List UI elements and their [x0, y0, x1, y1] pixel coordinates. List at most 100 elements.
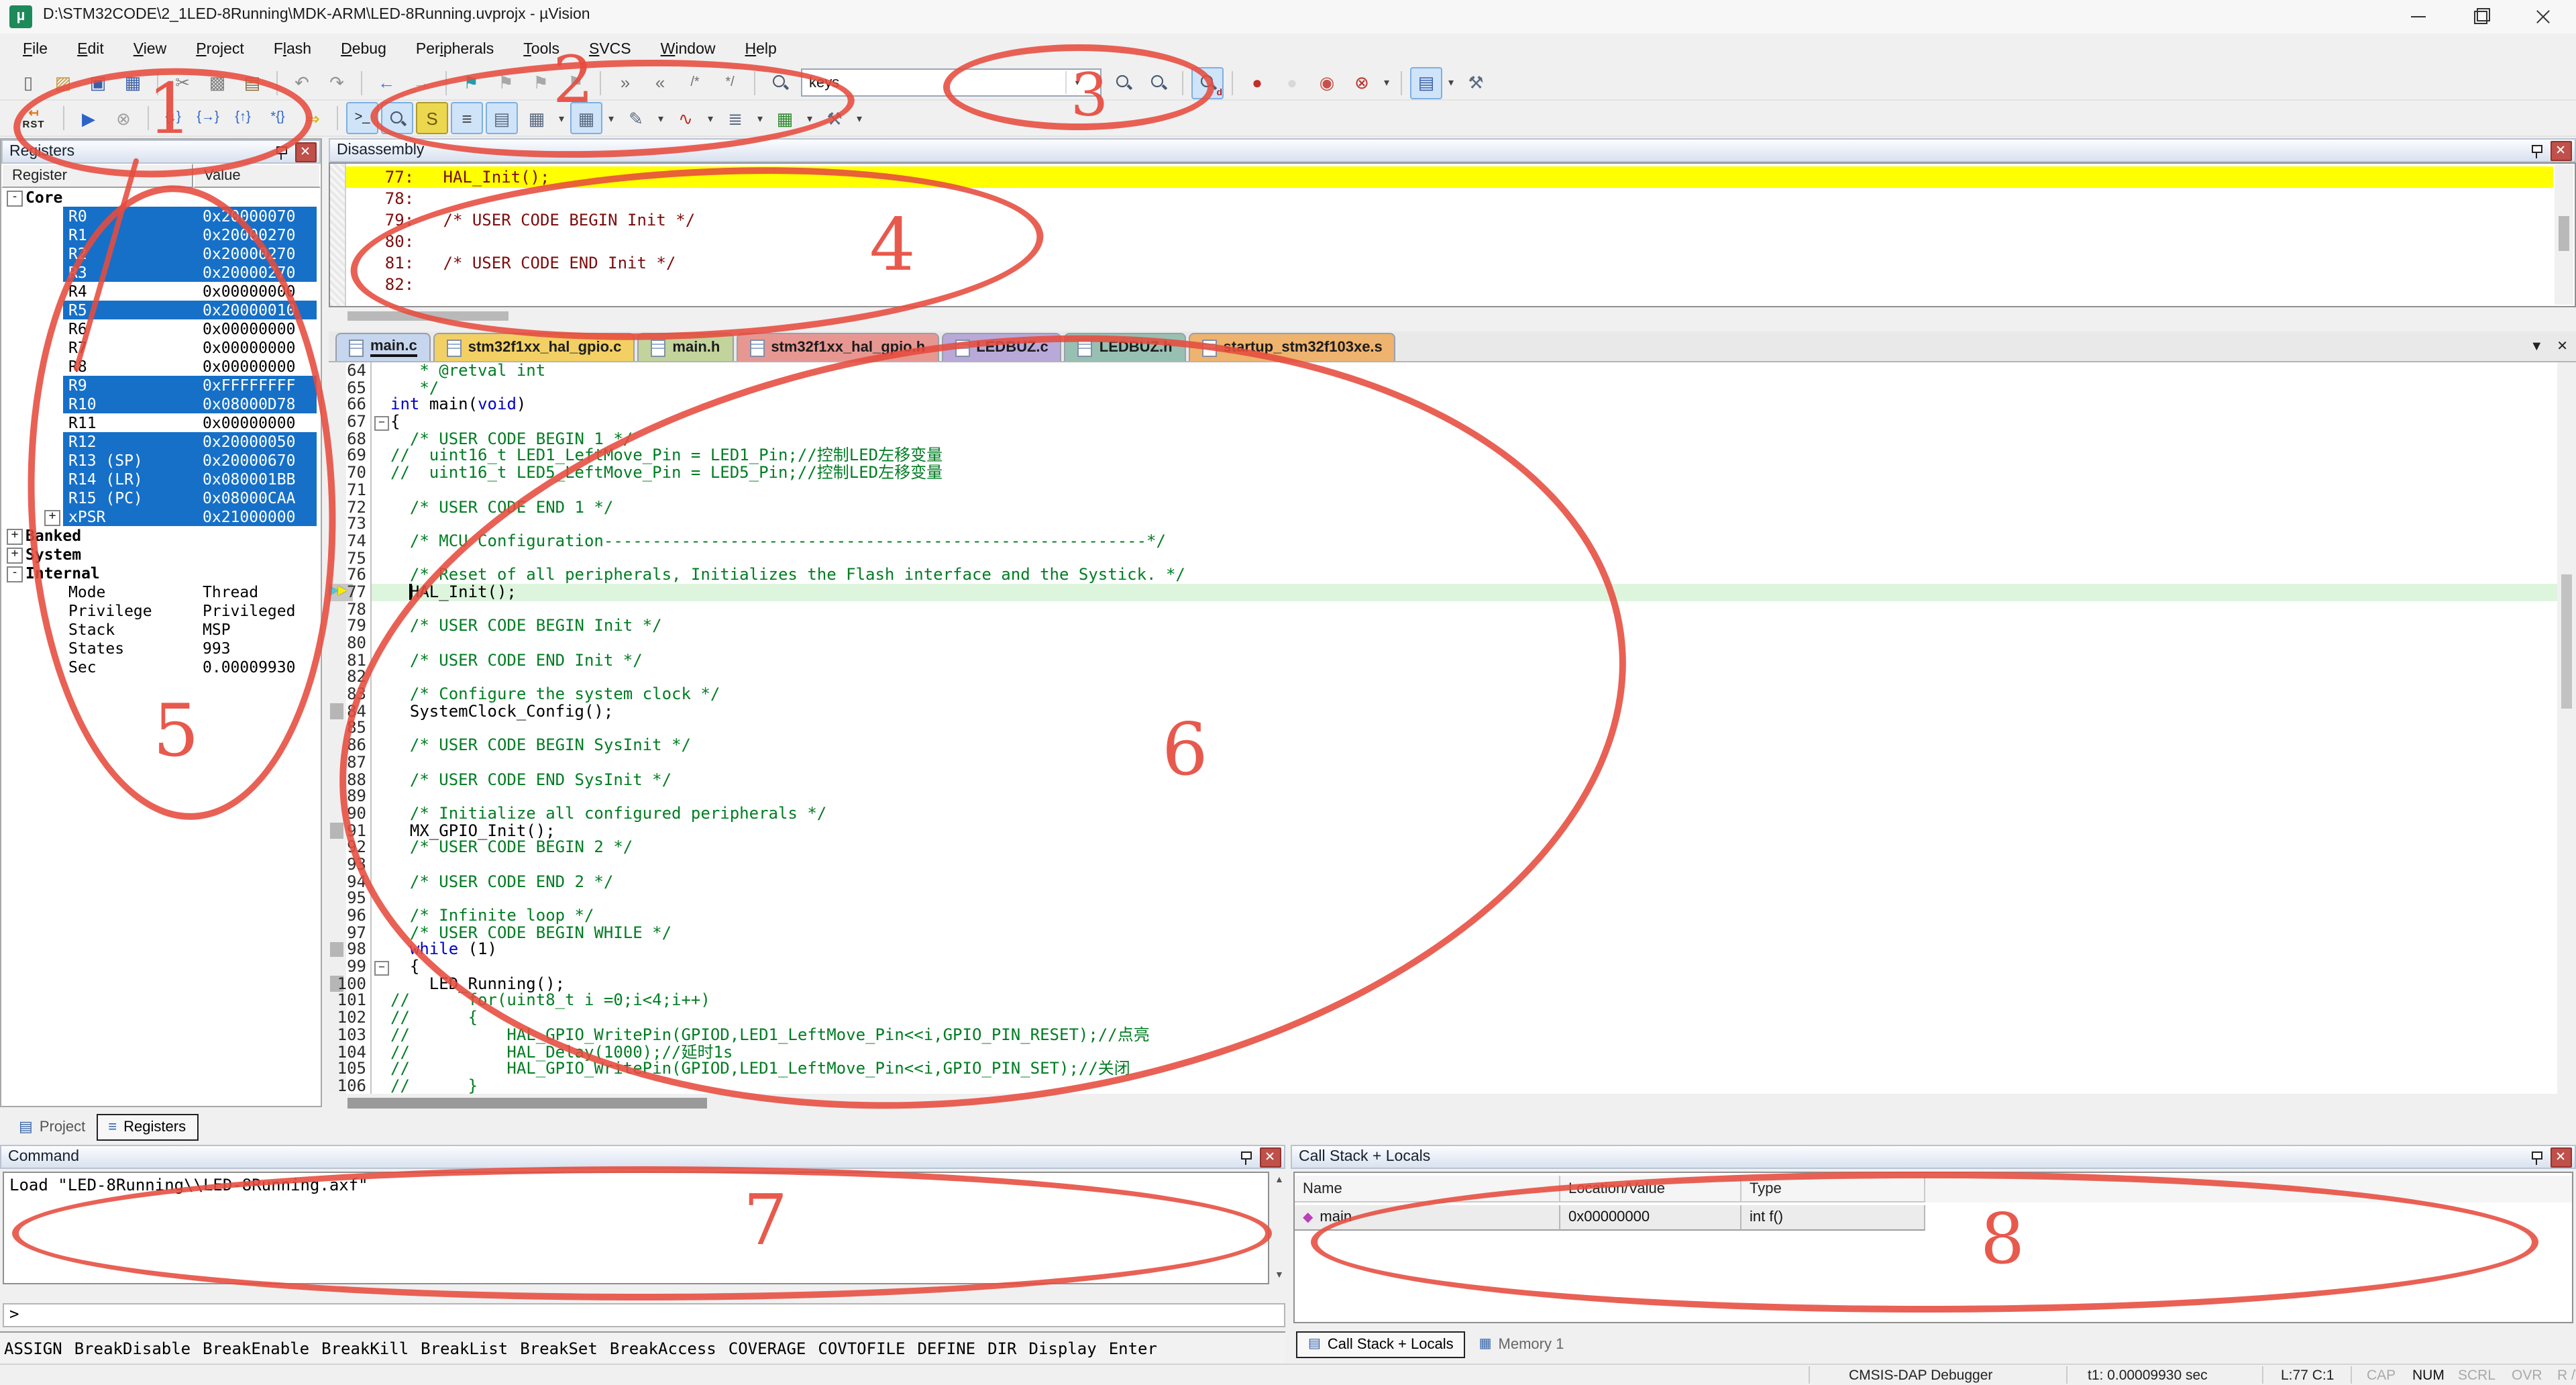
comment-icon[interactable]: /* — [679, 66, 711, 99]
run-icon[interactable]: ▶ — [72, 102, 105, 134]
disassembly-view[interactable]: 77: HAL_Init(); 78: 79: /* USER CODE BEG… — [329, 162, 2576, 307]
register-row[interactable]: R14 (LR)0x080001BB — [1, 470, 321, 489]
menu-item-tools[interactable]: Tools — [508, 38, 574, 62]
register-row[interactable]: +Banked — [1, 526, 321, 545]
undo-icon[interactable]: ↶ — [286, 66, 318, 99]
editor-tab-stm32f1xx_hal_gpio.h[interactable]: stm32f1xx_hal_gpio.h — [736, 333, 938, 361]
register-row[interactable]: States993 — [1, 639, 321, 658]
register-row[interactable]: R60x00000000 — [1, 319, 321, 338]
fold-collapse-icon[interactable]: − — [374, 415, 389, 430]
command-button-assign[interactable]: ASSIGN — [4, 1339, 62, 1357]
command-button-breakaccess[interactable]: BreakAccess — [610, 1339, 716, 1357]
scrollbar-thumb[interactable] — [2561, 574, 2572, 709]
register-row[interactable]: Sec0.00009930 — [1, 658, 321, 676]
editor-tab-stm32f1xx_hal_gpio.c[interactable]: stm32f1xx_hal_gpio.c — [433, 333, 635, 361]
cut-icon[interactable]: ✂ — [166, 66, 199, 99]
register-row[interactable]: R13 (SP)0x20000670 — [1, 451, 321, 470]
close-icon[interactable] — [2551, 1147, 2572, 1167]
editor-tab-startup_stm32f103xe.s[interactable]: startup_stm32f103xe.s — [1189, 333, 1396, 361]
command-button-breaklist[interactable]: BreakList — [421, 1339, 508, 1357]
serial-window-icon[interactable]: ✎ — [620, 102, 652, 134]
command-button-breakenable[interactable]: BreakEnable — [203, 1339, 309, 1357]
bookmark-toggle-icon[interactable]: ⚑ — [455, 66, 487, 99]
menu-item-edit[interactable]: Edit — [62, 38, 119, 62]
collapse-icon[interactable]: - — [7, 191, 23, 207]
command-button-dir[interactable]: DIR — [987, 1339, 1016, 1357]
symbols-window-icon[interactable]: S — [416, 102, 448, 134]
pin-icon[interactable] — [1240, 1149, 1254, 1164]
registers-window-icon[interactable]: ≡ — [451, 102, 483, 134]
editor-horizontal-scrollbar[interactable] — [329, 1094, 2557, 1113]
trace-window-icon[interactable]: ≣ — [719, 102, 751, 134]
editor-tab-LEDBUZ.c[interactable]: LEDBUZ.c — [941, 333, 1062, 361]
redo-icon[interactable]: ↷ — [321, 66, 353, 99]
system-viewer-icon[interactable]: ▦ — [769, 102, 801, 134]
editor-tab-LEDBUZ.h[interactable]: LEDBUZ.h — [1065, 333, 1186, 361]
editor-tab-main.h[interactable]: main.h — [637, 333, 733, 361]
menu-item-help[interactable]: Help — [731, 38, 792, 62]
scrollbar-thumb[interactable] — [347, 1098, 707, 1109]
command-button-coverage[interactable]: COVERAGE — [729, 1339, 806, 1357]
menu-item-flash[interactable]: Flash — [259, 38, 326, 62]
find-icon[interactable] — [1107, 66, 1139, 99]
indent-icon[interactable]: » — [609, 66, 641, 99]
panel-tab-call-stack-locals[interactable]: ▤Call Stack + Locals — [1296, 1331, 1466, 1357]
bookmark-next-icon[interactable]: ⚑ — [525, 66, 557, 99]
register-row[interactable]: R50x20000010 — [1, 301, 321, 319]
register-row[interactable]: R120x20000050 — [1, 432, 321, 451]
scrollbar-thumb[interactable] — [347, 311, 508, 321]
serial-dropdown[interactable]: ▾ — [653, 103, 668, 133]
outdent-icon[interactable]: « — [644, 66, 676, 99]
start-stop-debug-icon[interactable]: d — [1191, 66, 1224, 99]
code-editor[interactable]: 64 * @retval int65 */66int main(void)67−… — [329, 362, 2576, 1094]
show-current-statement-icon[interactable]: ⇒ — [297, 102, 329, 134]
step-out-icon[interactable]: {↑} — [227, 102, 259, 134]
register-row[interactable]: R80x00000000 — [1, 357, 321, 376]
fold-collapse-icon[interactable]: − — [374, 960, 389, 975]
bookmark-prev-icon[interactable]: ⚑ — [490, 66, 522, 99]
kill-all-breakpoints-icon[interactable]: ⊗ — [1346, 66, 1378, 99]
workspace-tab-project[interactable]: ▤Project — [8, 1114, 96, 1139]
tab-list-dropdown-icon[interactable]: ▼ — [2530, 340, 2543, 354]
toolbox-icon[interactable]: ⚒ — [818, 102, 851, 134]
watch-dropdown[interactable]: ▾ — [554, 103, 569, 133]
save-all-icon[interactable]: ▦ — [117, 66, 149, 99]
command-log[interactable]: Load "LED-8Running\\LED-8Running.axf" ▲ … — [3, 1172, 1269, 1284]
disable-breakpoint-icon[interactable]: ● — [1276, 66, 1308, 99]
command-button-covtofile[interactable]: COVTOFILE — [818, 1339, 905, 1357]
window-layout-icon[interactable]: ▤ — [1410, 66, 1442, 99]
disassembly-vertical-scrollbar[interactable] — [2555, 165, 2573, 305]
scroll-down-icon[interactable]: ▼ — [1275, 1271, 1284, 1280]
paste-icon[interactable]: ▤ — [236, 66, 268, 99]
incremental-find-icon[interactable] — [1142, 66, 1174, 99]
command-log-scrollbar[interactable]: ▲ ▼ — [1271, 1173, 1288, 1283]
register-row[interactable]: R30x20000270 — [1, 263, 321, 282]
breakpoints-dropdown[interactable]: ▾ — [1379, 68, 1394, 97]
navigate-forward-icon[interactable]: → — [405, 66, 437, 99]
step-over-icon[interactable]: {→} — [192, 102, 224, 134]
panel-splitter[interactable] — [322, 138, 329, 1107]
memory-dropdown[interactable]: ▾ — [604, 103, 619, 133]
command-button-define[interactable]: DEFINE — [917, 1339, 975, 1357]
menu-item-file[interactable]: File — [8, 38, 62, 62]
command-button-breakkill[interactable]: BreakKill — [321, 1339, 409, 1357]
pin-icon[interactable] — [275, 144, 290, 159]
register-row[interactable]: R15 (PC)0x08000CAA — [1, 489, 321, 507]
watch-window-icon[interactable]: ▦ — [521, 102, 553, 134]
system-viewer-dropdown[interactable]: ▾ — [802, 103, 817, 133]
pin-icon[interactable] — [2530, 143, 2545, 158]
disassembly-horizontal-scrollbar[interactable] — [329, 307, 2576, 325]
navigate-back-icon[interactable]: ← — [370, 66, 402, 99]
bookmark-clear-icon[interactable]: ⚑ — [559, 66, 592, 99]
register-row[interactable]: +xPSR0x21000000 — [1, 507, 321, 526]
reset-button[interactable]: ↤RST — [12, 102, 55, 134]
pin-icon[interactable] — [2530, 1149, 2545, 1164]
panel-tab-memory-1[interactable]: ▦Memory 1 — [1468, 1332, 1575, 1356]
new-file-icon[interactable]: ▯ — [12, 66, 44, 99]
close-icon[interactable] — [2551, 140, 2572, 160]
register-row[interactable]: R20x20000270 — [1, 244, 321, 263]
menu-item-window[interactable]: Window — [646, 38, 731, 62]
command-button-display[interactable]: Display — [1029, 1339, 1097, 1357]
register-row[interactable]: R00x20000070 — [1, 207, 321, 225]
stop-icon[interactable]: ⊗ — [107, 102, 140, 134]
